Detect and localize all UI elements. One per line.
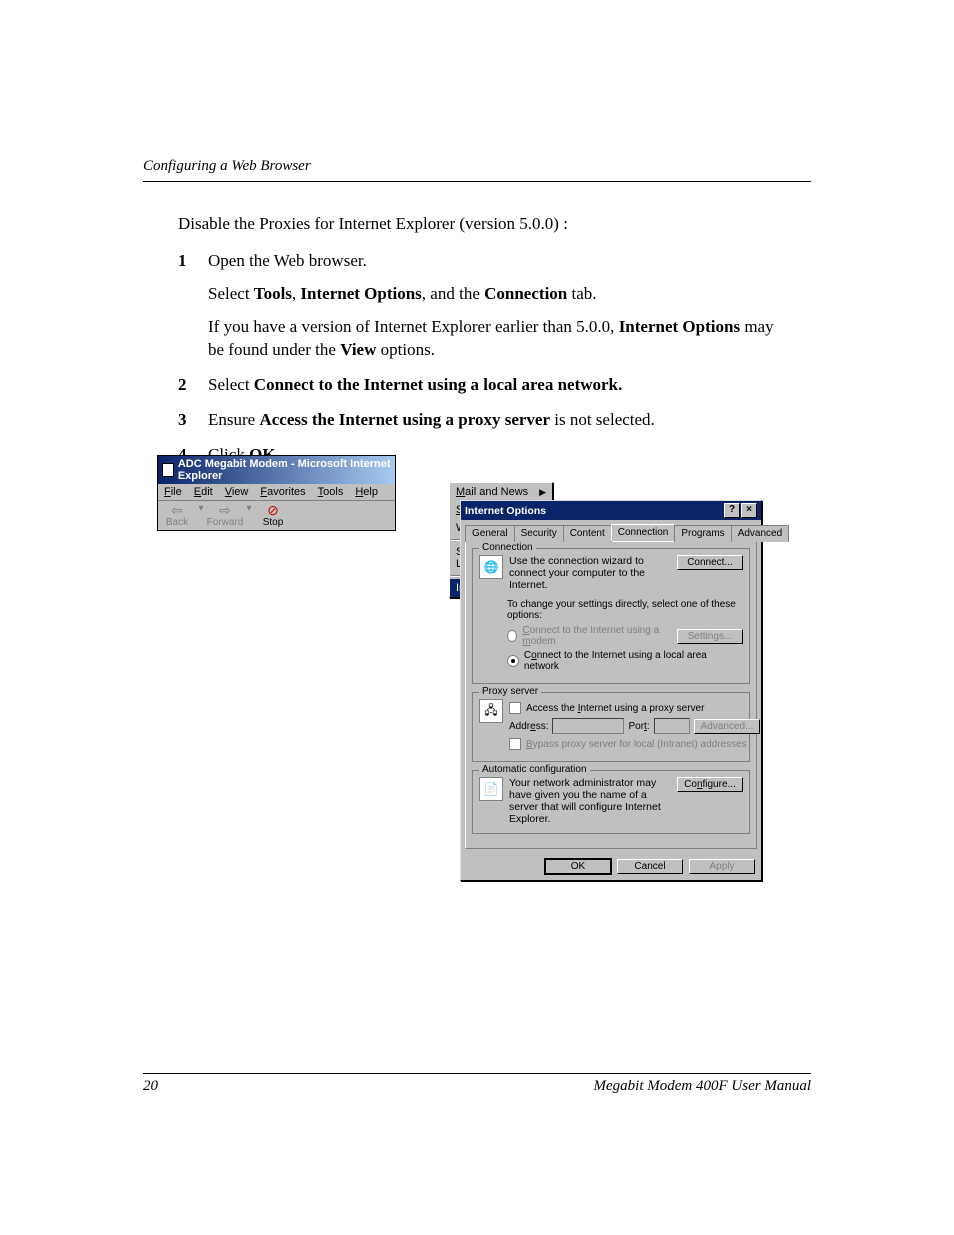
menu-view[interactable]: View [219, 484, 255, 500]
address-input[interactable] [552, 718, 624, 734]
ok-button[interactable]: OK [545, 859, 611, 874]
label-address: Address: [509, 721, 548, 732]
dialog-titlebar: Internet Options ? × [461, 501, 761, 520]
ie-titlebar: ADC Megabit Modem - Microsoft Internet E… [158, 456, 395, 484]
menu-favorites[interactable]: Favorites [254, 484, 311, 500]
connection-text: Use the connection wizard to connect you… [509, 555, 671, 591]
advanced-button[interactable]: Advanced... [694, 719, 761, 734]
step-number: 2 [178, 374, 208, 397]
ie-title-text: ADC Megabit Modem - Microsoft Internet E… [178, 458, 391, 482]
check-proxy[interactable]: Access the Internet using a proxy server [509, 702, 760, 714]
connection-note: To change your settings directly, select… [507, 599, 743, 621]
page-header: Configuring a Web Browser [143, 158, 811, 182]
steps-list: 1Open the Web browser.Select Tools, Inte… [178, 250, 776, 467]
page-number: 20 [143, 1078, 158, 1095]
running-head: Configuring a Web Browser [143, 158, 811, 175]
internet-options-dialog: Internet Options ? × GeneralSecurityCont… [460, 500, 762, 881]
settings-button[interactable]: Settings... [677, 629, 743, 644]
connect-button[interactable]: Connect... [677, 555, 743, 570]
menu-edit[interactable]: Edit [188, 484, 219, 500]
close-button[interactable]: × [741, 503, 757, 518]
step-body: Open the Web browser.Select Tools, Inter… [208, 250, 776, 362]
page-footer: 20 Megabit Modem 400F User Manual [143, 1073, 811, 1095]
step-body: Select Connect to the Internet using a l… [208, 374, 622, 397]
tab-programs[interactable]: Programs [674, 525, 731, 542]
auto-config-icon: 📄 [479, 777, 503, 801]
stop-button[interactable]: ⊘Stop [254, 503, 292, 528]
menu-tools[interactable]: Tools [312, 484, 350, 500]
group-connection: Connection 🌐 Use the connection wizard t… [472, 548, 750, 684]
apply-button[interactable]: Apply [689, 859, 755, 874]
forward-button[interactable]: ⇨Forward [206, 503, 244, 528]
back-button[interactable]: ⇦Back [158, 503, 196, 528]
ie-window: ADC Megabit Modem - Microsoft Internet E… [157, 455, 396, 531]
ie-menubar[interactable]: FileEditViewFavoritesToolsHelp [158, 484, 395, 501]
tab-connection[interactable]: Connection [611, 524, 676, 541]
menu-help[interactable]: Help [349, 484, 384, 500]
step-body: Ensure Access the Internet using a proxy… [208, 409, 655, 432]
header-rule [143, 181, 811, 182]
check-bypass[interactable]: Bypass proxy server for local (Intranet)… [509, 738, 760, 750]
menu-file[interactable]: File [158, 484, 188, 500]
group-auto: Automatic configuration 📄 Your network a… [472, 770, 750, 834]
intro-text: Disable the Proxies for Internet Explore… [178, 213, 776, 236]
tab-general[interactable]: General [465, 525, 515, 542]
help-button[interactable]: ? [724, 503, 740, 518]
cancel-button[interactable]: Cancel [617, 859, 683, 874]
label-port: Port: [628, 721, 649, 732]
tab-security[interactable]: Security [514, 525, 564, 542]
footer-rule [143, 1073, 811, 1074]
auto-text: Your network administrator may have give… [509, 777, 671, 825]
group-proxy: Proxy server 🖧 Access the Internet using… [472, 692, 750, 762]
globe-icon: 🌐 [479, 555, 503, 579]
body-text: Disable the Proxies for Internet Explore… [178, 213, 776, 479]
menu-item-mail[interactable]: Mail and News▶ [450, 483, 552, 501]
dialog-button-row: OK Cancel Apply [461, 853, 761, 880]
tab-panel-connection: Connection 🌐 Use the connection wizard t… [465, 541, 757, 849]
radio-lan[interactable]: Connect to the Internet using a local ar… [507, 650, 743, 672]
step-number: 3 [178, 409, 208, 432]
dialog-title-text: Internet Options [465, 505, 546, 517]
tab-advanced[interactable]: Advanced [731, 525, 789, 542]
ie-toolbar: ⇦Back ▾ ⇨Forward ▾ ⊘Stop [158, 501, 395, 530]
radio-modem[interactable]: Connect to the Internet using a modem Se… [507, 625, 743, 647]
manual-title: Megabit Modem 400F User Manual [594, 1078, 811, 1095]
ie-icon [162, 463, 174, 477]
figure: ADC Megabit Modem - Microsoft Internet E… [157, 455, 396, 531]
proxy-icon: 🖧 [479, 699, 503, 723]
step-number: 1 [178, 250, 208, 362]
tab-content[interactable]: Content [563, 525, 612, 542]
dialog-tabs: GeneralSecurityContentConnectionPrograms… [461, 520, 761, 541]
configure-button[interactable]: Configure... [677, 777, 743, 792]
port-input[interactable] [654, 718, 690, 734]
